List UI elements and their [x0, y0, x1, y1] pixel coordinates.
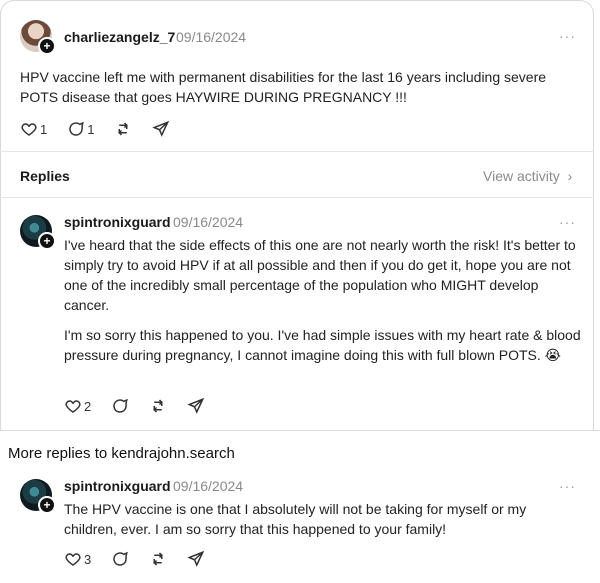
comment-button[interactable]	[111, 550, 129, 568]
repost-button[interactable]	[149, 550, 167, 568]
avatar-spintronixguard[interactable]: +	[20, 479, 56, 514]
comment-button[interactable]	[111, 397, 129, 415]
follow-plus-icon[interactable]: +	[38, 232, 56, 250]
repost-icon	[153, 399, 164, 413]
comment-button[interactable]: 1	[67, 120, 94, 138]
post-username[interactable]: charliezangelz_7	[64, 29, 175, 45]
reply-username[interactable]: spintronixguard	[64, 478, 171, 494]
more-options-icon[interactable]: ···	[559, 28, 576, 44]
share-icon	[152, 120, 170, 137]
like-count: 1	[40, 121, 48, 137]
avatar-spintronixguard[interactable]: +	[20, 215, 56, 250]
divider	[0, 151, 594, 152]
reply-date: 09/16/2024	[173, 478, 244, 494]
avatar-charliezangelz[interactable]: +	[20, 20, 56, 55]
reply-text-paragraph: I've heard that the side effects of this…	[64, 237, 576, 313]
comment-icon	[113, 551, 129, 566]
post-actions: 1 1	[20, 120, 190, 138]
divider	[0, 197, 594, 198]
divider	[0, 430, 600, 431]
reply-username[interactable]: spintronixguard	[64, 214, 171, 230]
reply-actions: 2	[64, 397, 225, 415]
heart-icon	[65, 400, 81, 413]
more-options-icon[interactable]: ···	[559, 214, 576, 230]
view-activity-label: View activity	[483, 168, 560, 184]
post-date: 09/16/2024	[176, 29, 247, 45]
like-button[interactable]: 1	[20, 120, 47, 138]
reply-text-paragraph: I'm so sorry this happened to you. I've …	[64, 327, 581, 363]
view-activity-link[interactable]: View activity ›	[483, 168, 572, 184]
repost-icon	[153, 552, 164, 566]
comment-count: 1	[87, 121, 95, 137]
like-button[interactable]: 2	[64, 397, 91, 415]
follow-plus-icon[interactable]: +	[38, 496, 56, 514]
post-text: HPV vaccine left me with permanent disab…	[20, 69, 547, 105]
follow-plus-icon[interactable]: +	[38, 37, 56, 55]
like-count: 2	[84, 398, 92, 414]
share-icon	[187, 397, 205, 414]
comment-icon	[113, 398, 129, 413]
repost-button[interactable]	[149, 397, 167, 415]
heart-icon	[21, 123, 37, 136]
reply-actions: 3	[64, 550, 225, 568]
more-replies-header[interactable]: More replies to kendrajohn.search	[8, 445, 235, 462]
repost-button[interactable]	[114, 120, 132, 138]
like-count: 3	[84, 551, 92, 567]
comment-icon	[69, 121, 85, 136]
share-button[interactable]	[187, 550, 205, 568]
replies-header: Replies	[20, 168, 70, 184]
more-options-icon[interactable]: ···	[559, 478, 576, 494]
like-button[interactable]: 3	[64, 550, 91, 568]
repost-icon	[118, 122, 129, 136]
share-icon	[187, 550, 205, 567]
share-button[interactable]	[152, 120, 170, 138]
chevron-right-icon: ›	[567, 168, 573, 184]
heart-icon	[65, 553, 81, 566]
reply-text: The HPV vaccine is one that I absolutely…	[64, 501, 527, 537]
reply-date: 09/16/2024	[173, 214, 244, 230]
share-button[interactable]	[187, 397, 205, 415]
